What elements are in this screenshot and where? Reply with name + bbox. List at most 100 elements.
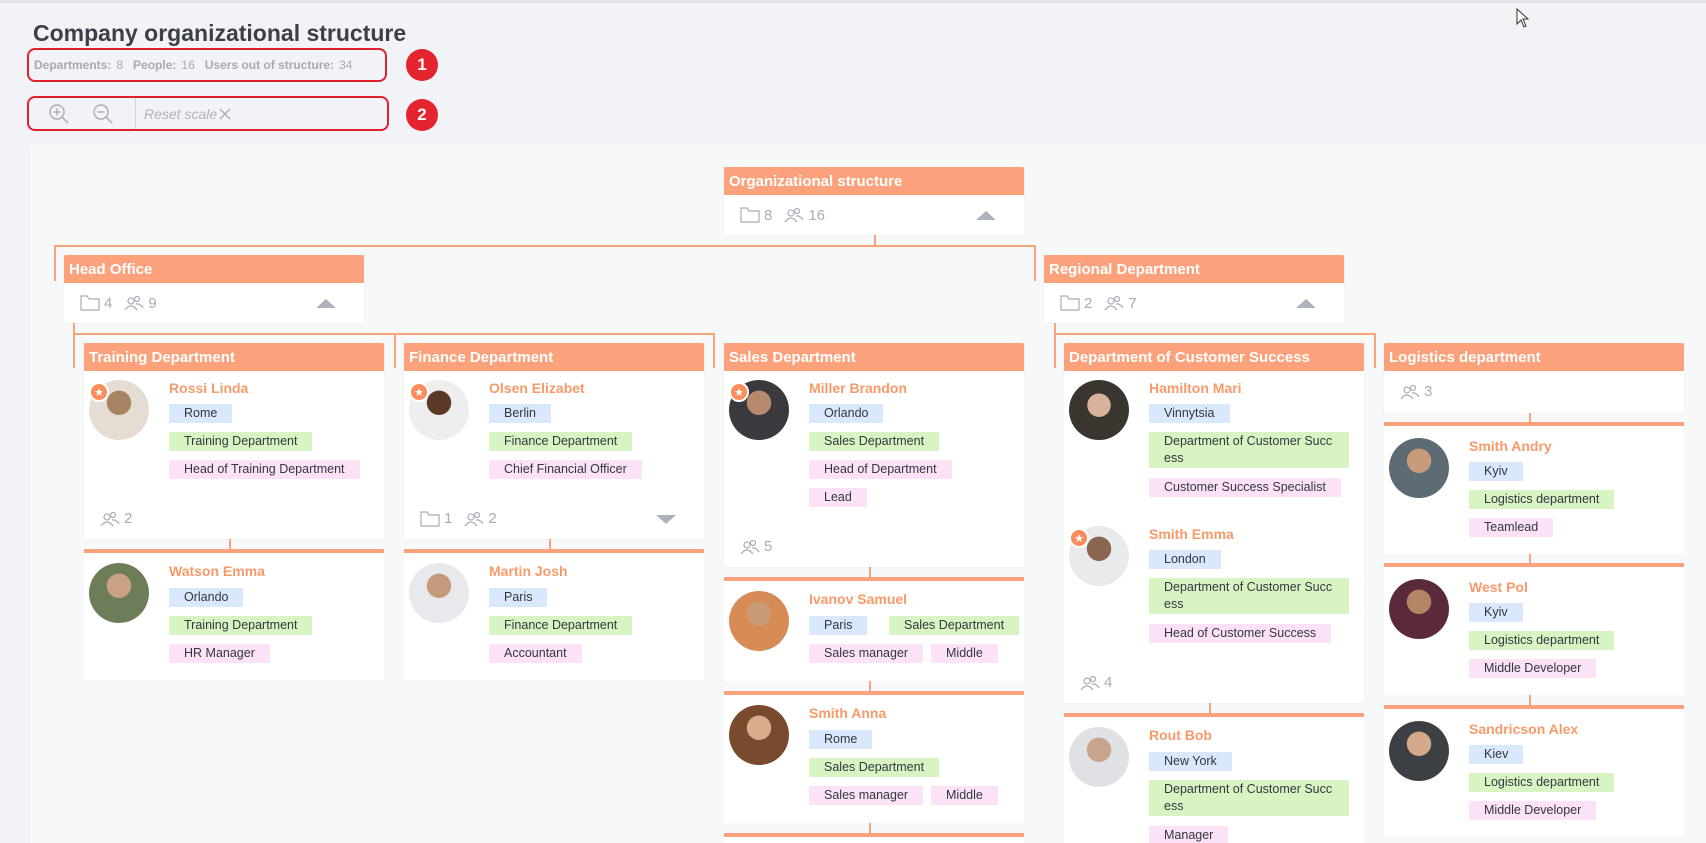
- avatar[interactable]: [1389, 579, 1449, 639]
- person-name[interactable]: Smith Anna: [809, 705, 886, 721]
- person-name[interactable]: Olsen Elizabet: [489, 380, 585, 396]
- regional-departments-count: 2: [1084, 294, 1093, 312]
- zoom-in-icon: [49, 103, 69, 123]
- people-icon: [464, 511, 484, 526]
- connector-line: [54, 245, 56, 281]
- position-tag: Head of Department: [809, 460, 952, 479]
- finance-departments-count: 1: [444, 510, 453, 527]
- city-tag: Orlando: [169, 588, 244, 607]
- collapse-toggle[interactable]: [976, 211, 996, 220]
- person-name[interactable]: Ivanov Samuel: [809, 591, 907, 607]
- folder-icon: [1060, 295, 1080, 311]
- root-people-count: 16: [808, 206, 826, 224]
- city-tag: Paris: [489, 588, 548, 607]
- position-tag: Head of Customer Success: [1149, 624, 1332, 643]
- annotation-badge-1: 1: [406, 49, 438, 81]
- city-tag: London: [1149, 550, 1221, 569]
- city-tag: Rome: [169, 404, 233, 423]
- logistics-department-node[interactable]: Logistics department 3: [1384, 343, 1684, 413]
- person-name[interactable]: Rout Bob: [1149, 727, 1212, 743]
- people-icon: [784, 207, 804, 223]
- connector-line: [73, 322, 75, 368]
- city-tag: Paris: [809, 616, 868, 635]
- employee-card[interactable]: Sandricson Alex Kiev Logistics departmen…: [1384, 705, 1684, 837]
- users-out-count: 34: [339, 58, 353, 72]
- position-tag: Customer Success Specialist: [1149, 478, 1341, 497]
- avatar[interactable]: [89, 563, 149, 623]
- employee-card[interactable]: Smith Andry Kyiv Logistics department Te…: [1384, 422, 1684, 554]
- people-icon: [100, 511, 120, 526]
- level-tag: Middle: [931, 644, 998, 663]
- employee-card[interactable]: West Pol Kyiv Logistics department Middl…: [1384, 563, 1684, 695]
- employee-card[interactable]: Smith Anna Rome Sales Department Sales m…: [724, 691, 1024, 823]
- close-icon[interactable]: [219, 108, 231, 120]
- employee-card[interactable]: [724, 833, 1024, 843]
- logistics-people-count: 3: [1424, 383, 1433, 400]
- city-tag: Kyiv: [1469, 603, 1523, 622]
- employee-card[interactable]: Martin Josh Paris Finance Department Acc…: [404, 549, 704, 680]
- city-tag: Orlando: [809, 404, 884, 423]
- collapse-toggle[interactable]: [316, 299, 336, 308]
- expand-toggle[interactable]: [656, 515, 676, 524]
- avatar[interactable]: [1389, 721, 1449, 781]
- star-icon: ★: [409, 382, 429, 402]
- regional-node[interactable]: Regional Department 2 7: [1044, 255, 1344, 323]
- finance-department-node[interactable]: Finance Department ★ Olsen Elizabet Berl…: [404, 343, 704, 539]
- zoom-out-button[interactable]: [81, 99, 125, 129]
- person-name[interactable]: West Pol: [1469, 579, 1528, 595]
- customer-success-node[interactable]: Department of Customer Success Hamilton …: [1064, 343, 1364, 703]
- customer-success-title: Department of Customer Success: [1064, 343, 1364, 371]
- person-name[interactable]: Smith Andry: [1469, 438, 1552, 454]
- department-tag: Department of Customer Succ ess: [1149, 578, 1349, 614]
- person-name[interactable]: Sandricson Alex: [1469, 721, 1578, 737]
- department-tag: Department of Customer Succ ess: [1149, 432, 1349, 468]
- people-label: People:: [133, 58, 177, 72]
- position-tag: Head of Training Department: [169, 460, 360, 479]
- finance-department-title: Finance Department: [404, 343, 704, 371]
- person-name[interactable]: Rossi Linda: [169, 380, 248, 396]
- avatar[interactable]: [1069, 380, 1129, 440]
- people-count: 16: [181, 58, 195, 72]
- avatar[interactable]: [729, 591, 789, 651]
- avatar[interactable]: [1389, 438, 1449, 498]
- connector-line: [1374, 333, 1376, 368]
- position-tag: HR Manager: [169, 644, 270, 663]
- avatar[interactable]: [1069, 727, 1129, 787]
- sales-department-title: Sales Department: [724, 343, 1024, 371]
- zoom-in-button[interactable]: [37, 99, 81, 129]
- sales-department-node[interactable]: Sales Department ★ Miller Brandon Orland…: [724, 343, 1024, 567]
- person-name[interactable]: Hamilton Mari: [1149, 380, 1242, 396]
- finance-people-count: 2: [488, 510, 497, 527]
- city-tag: Berlin: [489, 404, 551, 423]
- head-office-title: Head Office: [64, 255, 364, 283]
- employee-card[interactable]: Rout Bob New York Department of Customer…: [1064, 713, 1364, 843]
- avatar[interactable]: [729, 705, 789, 765]
- city-tag: Rome: [809, 730, 873, 749]
- root-node[interactable]: Organizational structure 8 16: [724, 167, 1024, 235]
- city-tag: Kyiv: [1469, 462, 1523, 481]
- department-tag: Sales Department: [809, 432, 940, 451]
- avatar[interactable]: [409, 563, 469, 623]
- level-tag: Middle: [931, 786, 998, 805]
- collapse-toggle[interactable]: [1296, 299, 1316, 308]
- employee-card[interactable]: Watson Emma Orlando Training Department …: [84, 549, 384, 680]
- reset-scale-button[interactable]: Reset scale: [144, 106, 217, 122]
- position-tag: Middle Developer: [1469, 801, 1597, 820]
- position-tag: Middle Developer: [1469, 659, 1597, 678]
- head-office-people-count: 9: [148, 294, 157, 312]
- connector-line: [54, 245, 1036, 247]
- city-tag: Kiev: [1469, 745, 1524, 764]
- city-tag: Vinnytsia: [1149, 404, 1230, 423]
- training-department-node[interactable]: Training Department ★ Rossi Linda Rome T…: [84, 343, 384, 539]
- person-name[interactable]: Watson Emma: [169, 563, 265, 579]
- zoom-toolbar: Reset scale: [27, 96, 389, 131]
- city-tag: New York: [1149, 752, 1232, 771]
- position-tag: Sales manager: [809, 786, 924, 805]
- person-name[interactable]: Martin Josh: [489, 563, 568, 579]
- employee-card[interactable]: Ivanov Samuel Paris Sales Department Sal…: [724, 577, 1024, 681]
- position-tag: Teamlead: [1469, 518, 1554, 537]
- person-name[interactable]: Smith Emma: [1149, 526, 1234, 542]
- head-office-node[interactable]: Head Office 4 9: [64, 255, 364, 323]
- customer-success-people-count: 4: [1104, 674, 1113, 691]
- person-name[interactable]: Miller Brandon: [809, 380, 907, 396]
